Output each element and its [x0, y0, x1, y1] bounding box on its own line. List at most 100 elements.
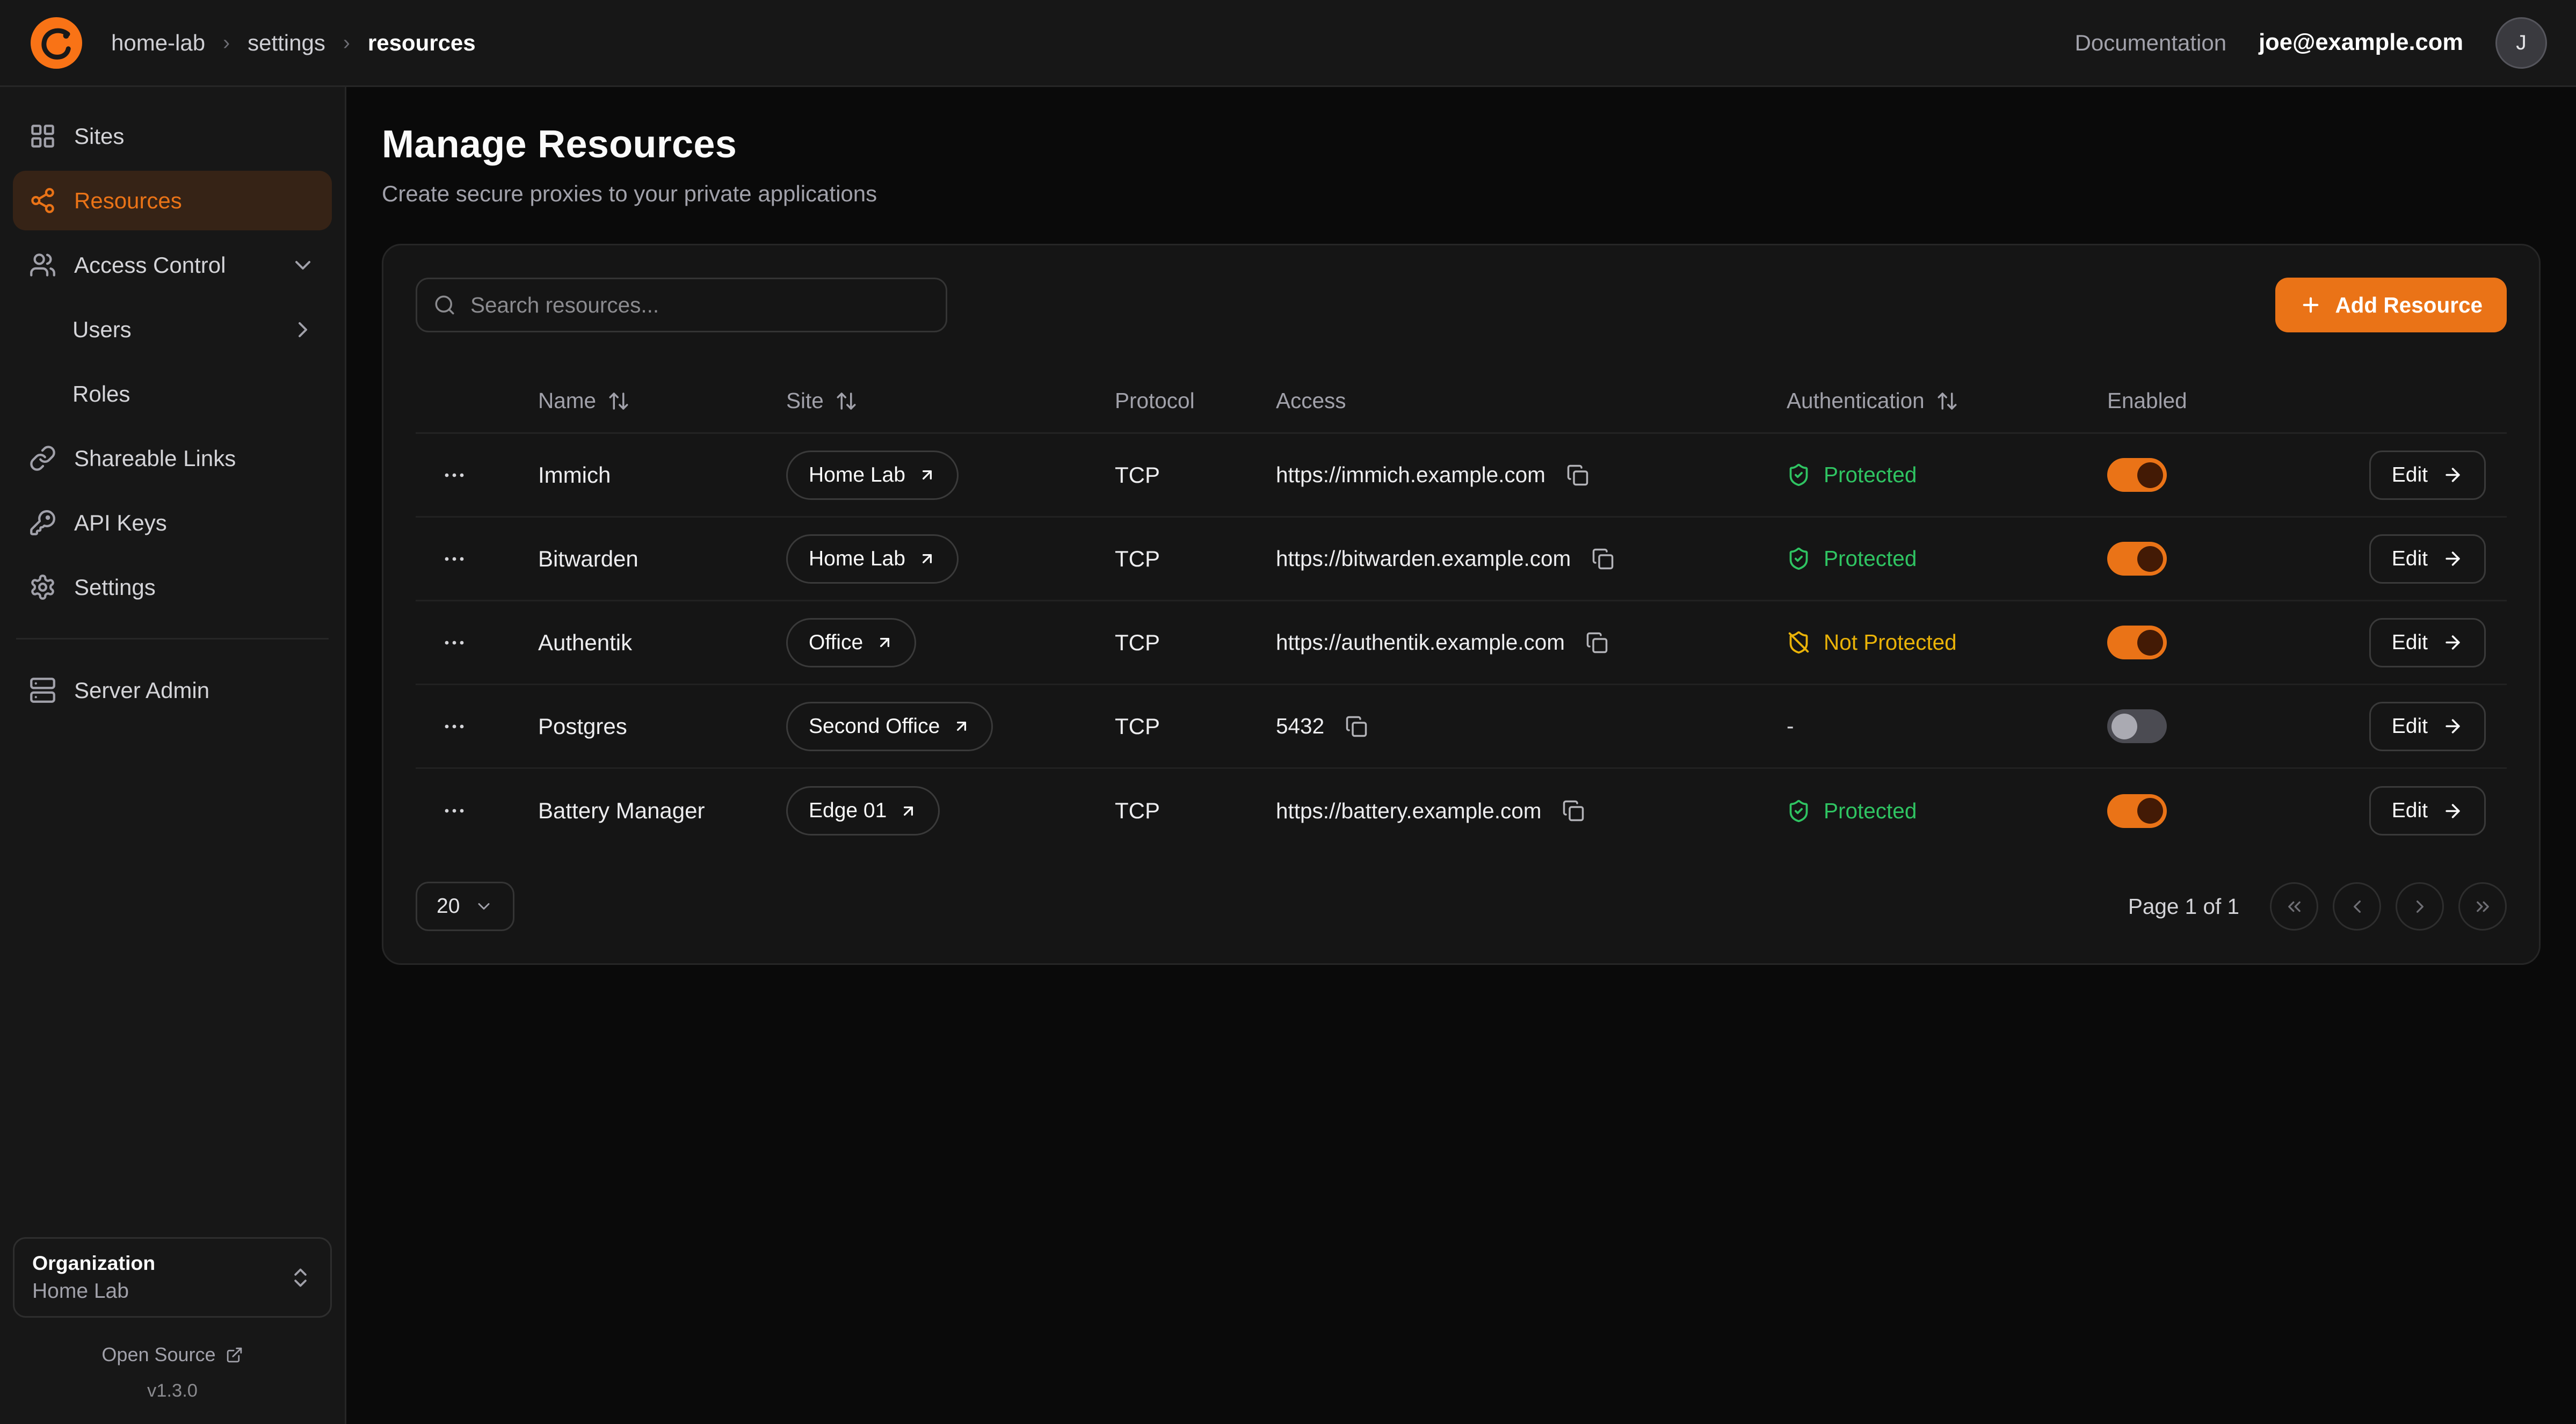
sidebar-item-users[interactable]: Users — [13, 300, 332, 359]
copy-button[interactable] — [1342, 712, 1371, 741]
resource-name: Immich — [493, 462, 741, 488]
sidebar-item-access-control[interactable]: Access Control — [13, 235, 332, 295]
search-box — [416, 278, 947, 332]
sidebar-item-resources[interactable]: Resources — [13, 171, 332, 230]
edit-button[interactable]: Edit — [2369, 534, 2486, 584]
grid-icon — [29, 122, 56, 150]
site-link[interactable]: Home Lab — [786, 534, 959, 584]
documentation-link[interactable]: Documentation — [2075, 30, 2227, 56]
site-link[interactable]: Edge 01 — [786, 786, 940, 835]
open-source-link[interactable]: Open Source — [13, 1343, 332, 1366]
shell: Sites Resources Access Control Users Rol… — [0, 87, 2576, 1424]
resource-name: Battery Manager — [493, 798, 741, 824]
first-page-button[interactable] — [2270, 882, 2318, 931]
column-header-site[interactable]: Site — [741, 388, 1070, 413]
site-link[interactable]: Second Office — [786, 702, 993, 751]
arrow-up-right-icon — [899, 802, 917, 820]
copy-button[interactable] — [1563, 461, 1592, 490]
users-icon — [29, 251, 56, 279]
table-row: Bitwarden Home Lab TCP https://bitwarden… — [416, 518, 2507, 601]
row-menu-button[interactable] — [435, 456, 474, 495]
sidebar-item-label: Roles — [72, 381, 130, 407]
column-header-enabled: Enabled — [2062, 388, 2255, 413]
edit-button[interactable]: Edit — [2369, 451, 2486, 500]
ellipsis-icon — [441, 798, 467, 824]
resource-access-value: 5432 — [1276, 714, 1324, 739]
chevrons-right-icon — [2472, 896, 2493, 917]
previous-page-button[interactable] — [2333, 882, 2381, 931]
table-row: Battery Manager Edge 01 TCP https://batt… — [416, 769, 2507, 853]
copy-icon — [1562, 800, 1585, 822]
page-subtitle: Create secure proxies to your private ap… — [382, 181, 2541, 207]
arrow-up-right-icon — [918, 466, 936, 484]
search-input[interactable] — [416, 278, 947, 332]
ellipsis-icon — [441, 630, 467, 656]
sidebar-item-label: Settings — [74, 575, 156, 600]
page-info: Page 1 of 1 — [2128, 894, 2239, 919]
edit-button[interactable]: Edit — [2369, 618, 2486, 667]
copy-icon — [1592, 548, 1614, 570]
authentication-label: Not Protected — [1824, 630, 1957, 655]
enabled-toggle[interactable] — [2107, 794, 2167, 828]
sort-icon — [1936, 390, 1958, 412]
gear-icon — [29, 573, 56, 601]
enabled-toggle[interactable] — [2107, 542, 2167, 576]
ellipsis-icon — [441, 546, 467, 572]
breadcrumb-settings[interactable]: settings — [248, 30, 325, 56]
app-logo-icon[interactable] — [29, 16, 84, 70]
chevron-left-icon — [2347, 896, 2368, 917]
sidebar-item-roles[interactable]: Roles — [13, 364, 332, 424]
sidebar-divider — [16, 638, 329, 640]
sidebar-item-label: Resources — [74, 188, 182, 214]
sidebar-item-api-keys[interactable]: API Keys — [13, 493, 332, 553]
resource-protocol: TCP — [1070, 798, 1231, 824]
sidebar-item-label: API Keys — [74, 510, 167, 536]
shield-check-icon — [1787, 547, 1811, 571]
topbar: home-lab › settings › resources Document… — [0, 0, 2576, 87]
sidebar-item-shareable-links[interactable]: Shareable Links — [13, 428, 332, 488]
resource-access-value: https://authentik.example.com — [1276, 630, 1565, 655]
edit-button[interactable]: Edit — [2369, 786, 2486, 835]
sidebar-item-sites[interactable]: Sites — [13, 106, 332, 166]
resource-protocol: TCP — [1070, 714, 1231, 739]
chevrons-left-icon — [2284, 896, 2305, 917]
enabled-toggle[interactable] — [2107, 709, 2167, 743]
next-page-button[interactable] — [2396, 882, 2444, 931]
copy-icon — [1566, 464, 1589, 486]
user-email[interactable]: joe@example.com — [2259, 30, 2463, 56]
last-page-button[interactable] — [2458, 882, 2507, 931]
enabled-toggle[interactable] — [2107, 626, 2167, 659]
edit-button[interactable]: Edit — [2369, 702, 2486, 751]
breadcrumb-resources[interactable]: resources — [368, 30, 476, 56]
row-menu-button[interactable] — [435, 707, 474, 746]
resources-card: Add Resource Name Site — [382, 244, 2541, 965]
copy-button[interactable] — [1559, 796, 1588, 825]
breadcrumb-org[interactable]: home-lab — [111, 30, 205, 56]
organization-picker[interactable]: Organization Home Lab — [13, 1237, 332, 1318]
add-resource-label: Add Resource — [2335, 293, 2483, 318]
sort-icon — [835, 390, 858, 412]
sidebar-item-label: Users — [72, 317, 132, 343]
enabled-toggle[interactable] — [2107, 458, 2167, 492]
row-menu-button[interactable] — [435, 791, 474, 830]
table-row: Authentik Office TCP https://authentik.e… — [416, 601, 2507, 685]
authentication-status: Protected — [1787, 462, 1917, 488]
copy-button[interactable] — [1583, 628, 1612, 657]
copy-button[interactable] — [1588, 544, 1617, 573]
user-avatar[interactable]: J — [2495, 17, 2547, 69]
row-menu-button[interactable] — [435, 623, 474, 662]
column-header-name[interactable]: Name — [493, 388, 741, 413]
column-header-access: Access — [1231, 388, 1741, 413]
sidebar-item-settings[interactable]: Settings — [13, 557, 332, 617]
add-resource-button[interactable]: Add Resource — [2275, 278, 2507, 332]
row-menu-button[interactable] — [435, 540, 474, 578]
chevrons-up-down-icon — [288, 1266, 313, 1290]
column-header-authentication[interactable]: Authentication — [1741, 388, 2062, 413]
arrow-right-icon — [2442, 632, 2463, 653]
page-size-select[interactable]: 20 — [416, 882, 514, 931]
site-link[interactable]: Office — [786, 618, 916, 667]
server-icon — [29, 677, 56, 704]
column-header-protocol: Protocol — [1070, 388, 1231, 413]
site-link[interactable]: Home Lab — [786, 451, 959, 500]
sidebar-item-server-admin[interactable]: Server Admin — [13, 660, 332, 720]
